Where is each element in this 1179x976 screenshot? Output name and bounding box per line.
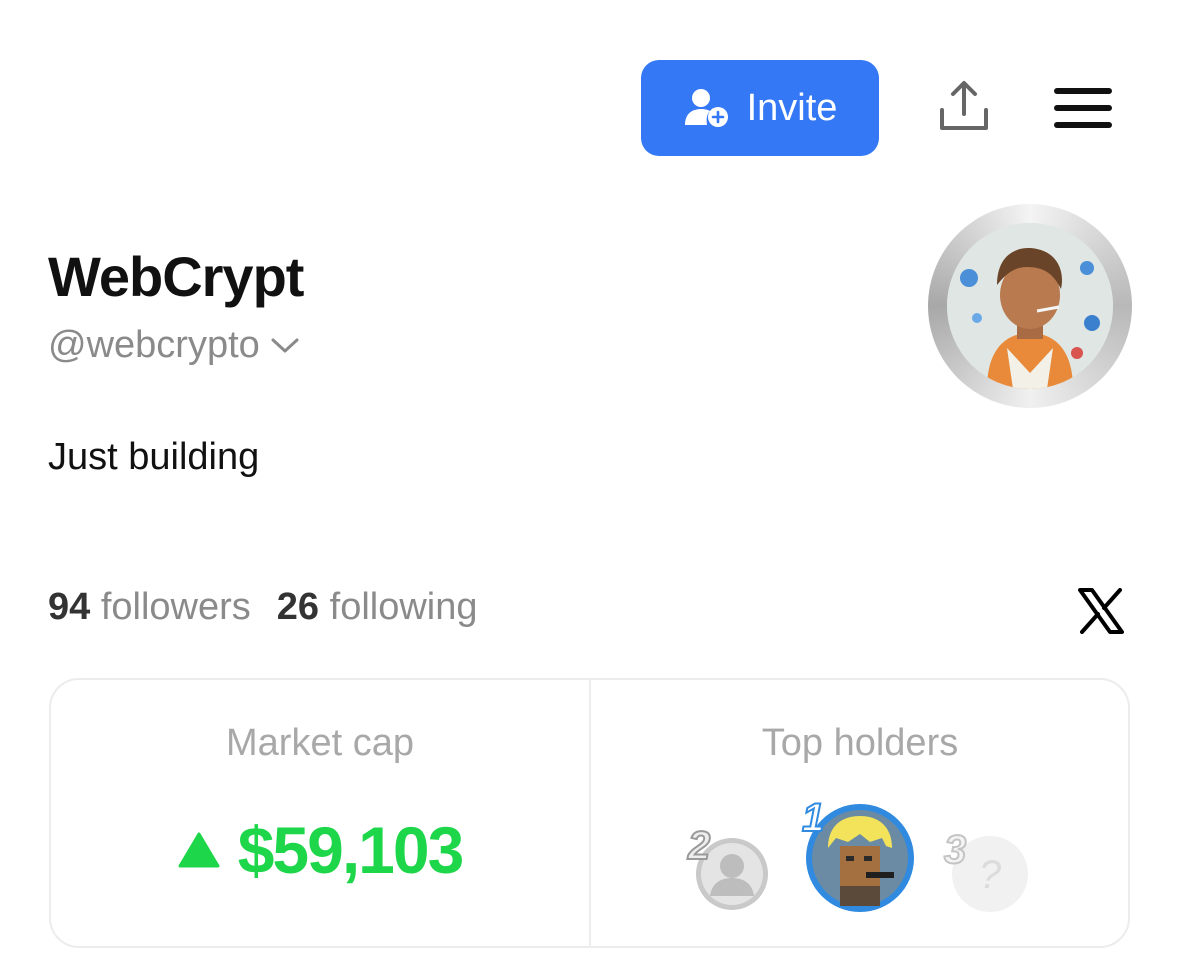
holder-3[interactable]: ? 3 bbox=[943, 827, 1030, 914]
chevron-down-icon bbox=[271, 338, 299, 352]
add-user-icon bbox=[684, 89, 728, 127]
avatar-image bbox=[947, 223, 1113, 389]
market-cap-section[interactable]: $59,103 bbox=[50, 812, 590, 888]
arrow-up-icon bbox=[178, 832, 220, 868]
holder-2-rank: 2 bbox=[687, 823, 711, 869]
market-cap-value: $59,103 bbox=[237, 813, 465, 887]
following-count: 26 bbox=[276, 586, 320, 628]
x-social-link[interactable] bbox=[1078, 588, 1124, 634]
profile-name: WebCrypt bbox=[48, 245, 304, 308]
holder-1[interactable]: 1 bbox=[800, 795, 916, 914]
following-link[interactable]: 26 following bbox=[277, 586, 478, 629]
share-icon bbox=[940, 81, 988, 130]
followers-label: followers bbox=[100, 586, 251, 628]
holder-1-rank: 1 bbox=[801, 795, 825, 841]
followers-link[interactable]: 94 followers bbox=[48, 586, 251, 629]
profile-bio: Just building bbox=[48, 436, 260, 478]
holder-3-rank: 3 bbox=[943, 827, 967, 873]
holder-2[interactable]: 2 bbox=[687, 823, 772, 914]
profile-avatar[interactable] bbox=[928, 204, 1132, 408]
hamburger-menu-icon bbox=[1054, 88, 1112, 128]
share-button[interactable] bbox=[934, 80, 994, 134]
invite-label: Invite bbox=[746, 86, 838, 129]
handle-dropdown[interactable]: @webcrypto bbox=[48, 324, 300, 367]
following-label: following bbox=[329, 586, 478, 628]
follow-stats: 94 followers 26 following bbox=[48, 586, 478, 629]
profile-handle: @webcrypto bbox=[48, 324, 260, 366]
invite-button[interactable]: Invite bbox=[641, 60, 879, 156]
market-cap-label: Market cap bbox=[226, 722, 414, 764]
top-holders-label: Top holders bbox=[761, 722, 959, 764]
menu-button[interactable] bbox=[1054, 84, 1112, 132]
x-logo-icon bbox=[1078, 588, 1124, 634]
svg-text:?: ? bbox=[979, 853, 1002, 897]
followers-count: 94 bbox=[48, 586, 91, 628]
